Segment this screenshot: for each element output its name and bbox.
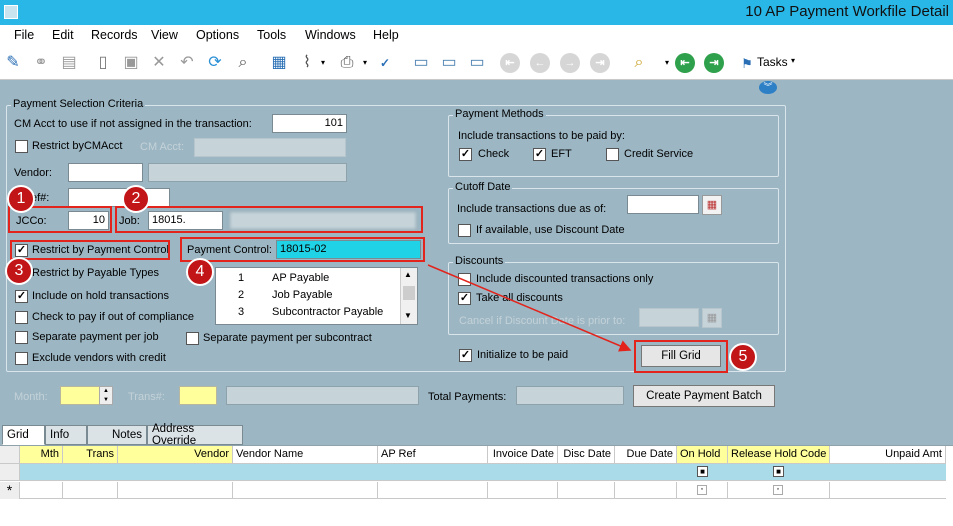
tab-grid[interactable]: Grid — [2, 425, 45, 445]
payment-grid[interactable]: Mth Trans Vendor Vendor Name AP Ref Invo… — [0, 445, 953, 526]
trans-input[interactable] — [179, 386, 217, 405]
month-spinner[interactable]: ▲ ▼ — [99, 386, 113, 405]
column-header-vendor[interactable]: Vendor — [118, 446, 233, 464]
month-label: Month: — [14, 391, 48, 403]
tab-notes[interactable]: Notes — [87, 425, 147, 445]
column-header-ap-ref[interactable]: AP Ref — [378, 446, 488, 464]
column-header-unpaid-amt[interactable]: Unpaid Amt — [830, 446, 946, 464]
tab-info[interactable]: Info — [45, 425, 87, 445]
annotation-badge-3: 3 — [5, 257, 33, 285]
table-row[interactable]: ■ ■ — [20, 464, 946, 481]
annotation-badge-1: 1 — [7, 185, 35, 213]
month-input[interactable] — [60, 386, 100, 405]
new-row-marker: * — [0, 482, 20, 499]
on-hold-checkbox[interactable]: ▪ — [697, 485, 707, 495]
trans-description-display — [226, 386, 419, 405]
tab-address-override[interactable]: Address Override — [147, 423, 243, 447]
table-row[interactable]: ▪ ▪ — [20, 482, 946, 499]
column-header-mth[interactable]: Mth — [20, 446, 63, 464]
release-hold-checkbox[interactable]: ▪ — [773, 485, 783, 495]
row-header[interactable] — [0, 464, 20, 481]
column-header-invoice-date[interactable]: Invoice Date — [488, 446, 558, 464]
annotation-badge-5: 5 — [729, 343, 757, 371]
release-hold-checkbox[interactable]: ■ — [773, 466, 784, 477]
create-payment-batch-button[interactable]: Create Payment Batch — [633, 385, 775, 407]
annotation-badge-2: 2 — [122, 185, 150, 213]
tab-strip: Grid Info Notes Address Override — [0, 423, 953, 447]
column-header-release-hold-code[interactable]: Release Hold Code — [728, 446, 830, 464]
total-payments-label: Total Payments: — [428, 391, 507, 403]
column-header-vendor-name[interactable]: Vendor Name — [233, 446, 378, 464]
column-header-disc-date[interactable]: Disc Date — [558, 446, 615, 464]
on-hold-checkbox[interactable]: ■ — [697, 466, 708, 477]
total-payments-display — [516, 386, 624, 405]
column-header-due-date[interactable]: Due Date — [615, 446, 677, 464]
trans-label: Trans#: — [128, 391, 165, 403]
column-header-trans[interactable]: Trans — [63, 446, 118, 464]
annotation-badge-4: 4 — [186, 258, 214, 286]
row-header-corner — [0, 446, 20, 464]
column-header-on-hold[interactable]: On Hold — [677, 446, 728, 464]
